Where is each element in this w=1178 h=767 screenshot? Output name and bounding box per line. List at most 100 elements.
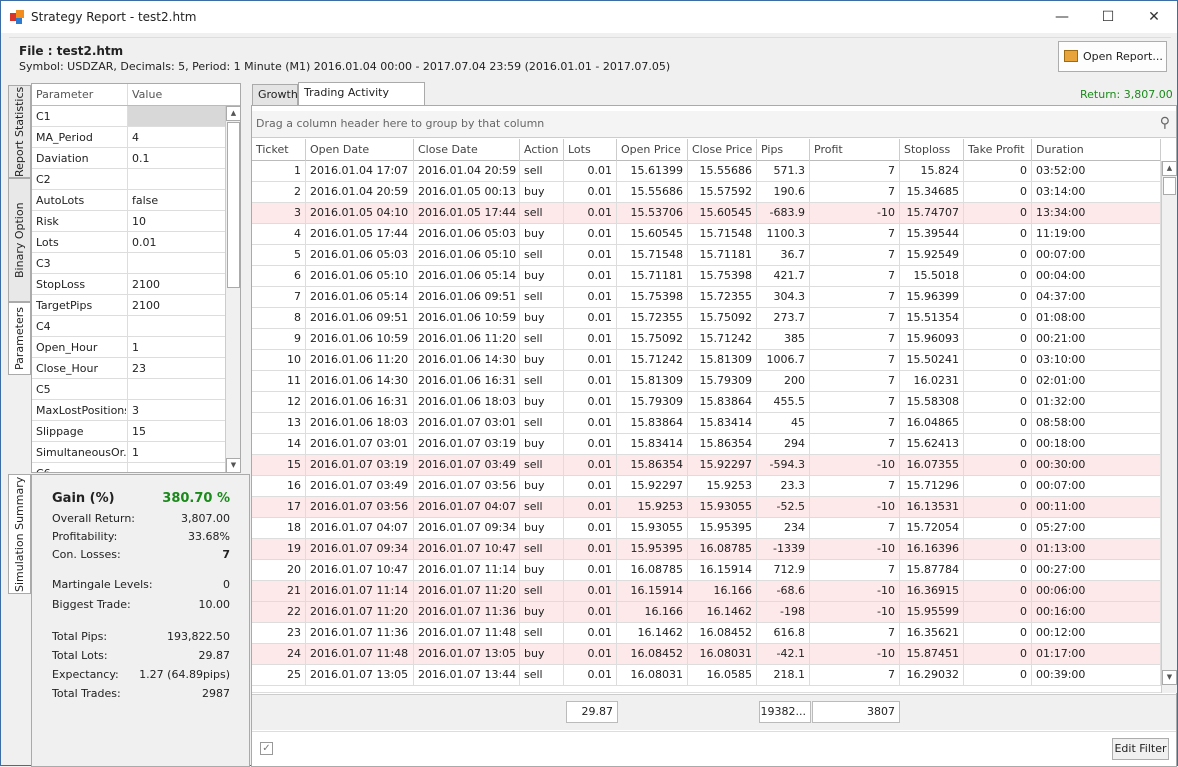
table-row[interactable]: 5 2016.01.06 05:03 2016.01.06 05:10 sell 0.0… <box>252 245 1161 266</box>
table-row[interactable]: 11 2016.01.06 14:30 2016.01.06 16:31 sell 0.… <box>252 371 1161 392</box>
parameter-value[interactable]: 1 <box>132 341 139 354</box>
parameter-value[interactable]: 2100 <box>132 299 160 312</box>
parameter-value[interactable]: 1 <box>132 446 139 459</box>
table-row[interactable]: 3 2016.01.05 04:10 2016.01.05 17:44 sell 0.0… <box>252 203 1161 224</box>
parameter-row[interactable]: C3 <box>32 253 225 274</box>
summary-label: Total Pips: <box>52 630 108 643</box>
cell-pips: 273.7 <box>757 308 810 329</box>
cell-profit: 7 <box>810 392 900 413</box>
cell-close-price: 16.08785 <box>688 539 757 560</box>
table-row[interactable]: 14 2016.01.07 03:01 2016.01.07 03:19 buy 0.0… <box>252 434 1161 455</box>
search-icon[interactable]: ⚲ <box>1160 115 1170 131</box>
tab-binary-option-settings[interactable]: Binary Option Settings <box>8 178 47 302</box>
parameter-row[interactable]: StopLoss 2100 <box>32 274 225 295</box>
parameter-row[interactable]: Open_Hour 1 <box>32 337 225 358</box>
cell-close-date: 2016.01.07 03:01 <box>414 413 520 434</box>
tab-report-statistics[interactable]: Report Statistics <box>8 85 31 178</box>
parameter-value[interactable]: 4 <box>132 131 139 144</box>
summary-value: 3,807.00 <box>181 512 230 525</box>
tab-simulation-summary[interactable]: Simulation Summary <box>8 474 31 594</box>
parameter-row[interactable]: AutoLots false <box>32 190 225 211</box>
parameter-value[interactable]: 0.01 <box>132 236 157 249</box>
table-row[interactable]: 2 2016.01.04 20:59 2016.01.05 00:13 buy 0.01… <box>252 182 1161 203</box>
parameter-row[interactable]: Risk 10 <box>32 211 225 232</box>
parameter-row[interactable]: MaxLostPositions 3 <box>32 400 225 421</box>
table-row[interactable]: 10 2016.01.06 11:20 2016.01.06 14:30 buy 0.0… <box>252 350 1161 371</box>
parameter-row[interactable]: C1 <box>32 106 225 127</box>
table-row[interactable]: 6 2016.01.06 05:10 2016.01.06 05:14 buy 0.01… <box>252 266 1161 287</box>
cell-close-date: 2016.01.05 17:44 <box>414 203 520 224</box>
parameter-value[interactable]: 10 <box>132 215 146 228</box>
parameter-value[interactable]: 0.1 <box>132 152 150 165</box>
parameter-row[interactable]: Lots 0.01 <box>32 232 225 253</box>
column-header[interactable]: Open Price <box>617 139 688 161</box>
parameter-row[interactable]: C5 <box>32 379 225 400</box>
cell-profit: 7 <box>810 266 900 287</box>
maximize-button[interactable]: ☐ <box>1085 1 1131 33</box>
table-row[interactable]: 16 2016.01.07 03:49 2016.01.07 03:56 buy 0.0… <box>252 476 1161 497</box>
column-header[interactable]: Take Profit <box>964 139 1032 161</box>
table-row[interactable]: 15 2016.01.07 03:19 2016.01.07 03:49 sell 0.… <box>252 455 1161 476</box>
column-header[interactable]: Ticket <box>252 139 306 161</box>
parameter-row[interactable]: TargetPips 2100 <box>32 295 225 316</box>
table-row[interactable]: 12 2016.01.06 16:31 2016.01.06 18:03 buy 0.0… <box>252 392 1161 413</box>
parameter-row[interactable]: C2 <box>32 169 225 190</box>
table-row[interactable]: 25 2016.01.07 13:05 2016.01.07 13:44 sell 0.… <box>252 665 1161 686</box>
table-row[interactable]: 7 2016.01.06 05:14 2016.01.06 09:51 sell 0.0… <box>252 287 1161 308</box>
parameter-row[interactable]: C4 <box>32 316 225 337</box>
table-row[interactable]: 4 2016.01.05 17:44 2016.01.06 05:03 buy 0.01… <box>252 224 1161 245</box>
column-parameter[interactable]: Parameter <box>36 88 126 101</box>
cell-stoploss: 15.96093 <box>900 329 964 350</box>
parameter-row[interactable]: Daviation 0.1 <box>32 148 225 169</box>
table-row[interactable]: 20 2016.01.07 10:47 2016.01.07 11:14 buy 0.0… <box>252 560 1161 581</box>
column-value[interactable]: Value <box>132 88 162 101</box>
table-row[interactable]: 21 2016.01.07 11:14 2016.01.07 11:20 sell 0.… <box>252 581 1161 602</box>
parameter-row[interactable]: Slippage 15 <box>32 421 225 442</box>
table-row[interactable]: 23 2016.01.07 11:36 2016.01.07 11:48 sell 0.… <box>252 623 1161 644</box>
cell-take-profit: 0 <box>964 581 1032 602</box>
parameter-value[interactable]: false <box>132 194 158 207</box>
column-header[interactable]: Open Date <box>306 139 414 161</box>
table-row[interactable]: 13 2016.01.06 18:03 2016.01.07 03:01 sell 0.… <box>252 413 1161 434</box>
table-row[interactable]: 22 2016.01.07 11:20 2016.01.07 11:36 buy 0.0… <box>252 602 1161 623</box>
table-row[interactable]: 9 2016.01.06 10:59 2016.01.06 11:20 sell 0.0… <box>252 329 1161 350</box>
edit-filter-button[interactable]: Edit Filter <box>1112 738 1169 760</box>
column-header[interactable]: Stoploss <box>900 139 964 161</box>
column-header[interactable]: Profit <box>810 139 900 161</box>
parameter-row[interactable]: Close_Hour 23 <box>32 358 225 379</box>
tab-trading-activity[interactable]: Trading Activity (2987) <box>298 82 425 119</box>
parameter-row[interactable]: SimultaneousOr... 1 <box>32 442 225 463</box>
cell-stoploss: 16.29032 <box>900 665 964 686</box>
table-row[interactable]: 8 2016.01.06 09:51 2016.01.06 10:59 buy 0.01… <box>252 308 1161 329</box>
group-panel[interactable]: Drag a column header here to group by th… <box>252 111 1176 138</box>
table-row[interactable]: 1 2016.01.04 17:07 2016.01.04 20:59 sell 0.0… <box>252 161 1161 182</box>
minimize-button[interactable]: — <box>1039 1 1085 33</box>
column-header[interactable]: Close Price <box>688 139 757 161</box>
table-scrollbar[interactable]: ▲ ▼ <box>1161 161 1177 693</box>
cell-profit: 7 <box>810 518 900 539</box>
parameter-value[interactable]: 3 <box>132 404 139 417</box>
parameter-value[interactable]: 23 <box>132 362 146 375</box>
cell-lots: 0.01 <box>564 350 617 371</box>
cell-profit: -10 <box>810 455 900 476</box>
cell-lots: 0.01 <box>564 329 617 350</box>
parameter-row[interactable]: MA_Period 4 <box>32 127 225 148</box>
table-row[interactable]: 18 2016.01.07 04:07 2016.01.07 09:34 buy 0.0… <box>252 518 1161 539</box>
table-row[interactable]: 17 2016.01.07 03:56 2016.01.07 04:07 sell 0.… <box>252 497 1161 518</box>
parameter-row[interactable]: C6 <box>32 463 225 472</box>
open-report-button[interactable]: Open Report... <box>1058 41 1167 72</box>
column-header[interactable]: Duration <box>1032 139 1161 161</box>
tab-parameters[interactable]: Parameters <box>8 302 31 375</box>
column-header[interactable]: Close Date <box>414 139 520 161</box>
table-row[interactable]: 24 2016.01.07 11:48 2016.01.07 13:05 buy 0.0… <box>252 644 1161 665</box>
column-header[interactable]: Action <box>520 139 564 161</box>
parameter-value[interactable]: 2100 <box>132 278 160 291</box>
column-header[interactable]: Pips <box>757 139 810 161</box>
parameter-value[interactable]: 15 <box>132 425 146 438</box>
close-button[interactable]: ✕ <box>1131 1 1177 33</box>
column-header[interactable]: Lots <box>564 139 617 161</box>
tab-growth[interactable]: Growth <box>252 84 298 106</box>
parameters-scrollbar[interactable]: ▲ ▼ <box>225 106 240 472</box>
table-row[interactable]: 19 2016.01.07 09:34 2016.01.07 10:47 sell 0.… <box>252 539 1161 560</box>
filter-checkbox[interactable]: ✓ <box>260 742 273 755</box>
